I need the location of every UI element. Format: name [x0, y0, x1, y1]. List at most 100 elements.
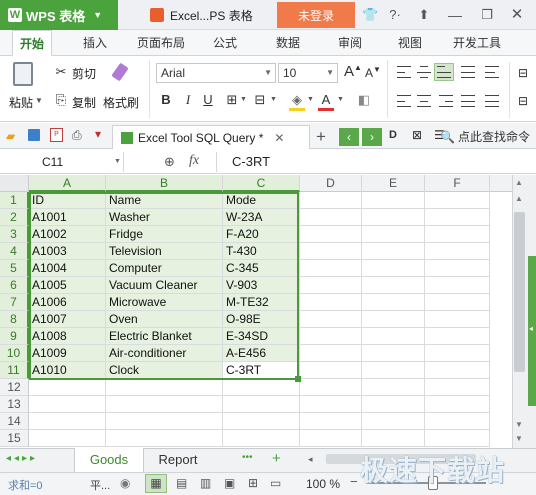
table-cell[interactable]: Name — [106, 192, 223, 209]
tab-data[interactable]: 数据 — [268, 30, 308, 56]
empty-cell[interactable] — [300, 430, 362, 447]
row-header[interactable]: 8 — [0, 311, 29, 328]
empty-cell[interactable] — [300, 396, 362, 413]
table-cell[interactable]: W-23A — [223, 209, 300, 226]
empty-cell[interactable] — [300, 362, 362, 379]
justify-icon[interactable] — [461, 95, 475, 107]
empty-cell[interactable] — [362, 243, 425, 260]
empty-cell[interactable] — [362, 328, 425, 345]
align-middle-icon[interactable] — [417, 66, 431, 78]
chevron-down-icon[interactable]: ▼ — [35, 96, 43, 105]
empty-cell[interactable] — [29, 379, 106, 396]
chevron-down-icon[interactable]: ▼ — [307, 96, 314, 103]
more-sheets-icon[interactable]: ••• — [242, 452, 253, 463]
empty-cell[interactable] — [223, 413, 300, 430]
close-tab-icon[interactable]: ✕ — [274, 131, 284, 145]
scroll-bottom-icon[interactable]: ▼ — [515, 420, 523, 429]
fill-handle[interactable] — [295, 376, 301, 382]
sheet-nav-buttons[interactable]: ◂◂▸▸ — [6, 453, 38, 464]
empty-cell[interactable] — [362, 294, 425, 311]
open-folder-icon[interactable]: ▰ — [6, 129, 15, 143]
formula-input[interactable]: C-3RT — [232, 154, 270, 169]
empty-cell[interactable] — [425, 226, 490, 243]
empty-cell[interactable] — [223, 396, 300, 413]
help-icon[interactable]: ?· — [384, 7, 406, 23]
row-header[interactable]: 15 — [0, 430, 29, 447]
row-header[interactable]: 6 — [0, 277, 29, 294]
italic-button[interactable]: I — [180, 92, 196, 108]
table-cell[interactable]: Computer — [106, 260, 223, 277]
zoom-level[interactable]: 100 % — [306, 477, 340, 491]
row-header[interactable]: 13 — [0, 396, 29, 413]
close-icon[interactable]: ✕ — [508, 7, 526, 23]
empty-cell[interactable] — [29, 413, 106, 430]
align-justify-icon[interactable] — [461, 66, 475, 78]
column-header-f[interactable]: F — [425, 175, 490, 192]
empty-cell[interactable] — [425, 413, 490, 430]
table-cell[interactable]: Microwave — [106, 294, 223, 311]
paste-label[interactable]: 粘贴 — [9, 94, 33, 111]
empty-cell[interactable] — [425, 192, 490, 209]
add-sheet-button[interactable]: + — [272, 450, 281, 467]
empty-cell[interactable] — [300, 379, 362, 396]
sheet-tab-report[interactable]: Report — [144, 448, 212, 472]
tab-page-layout[interactable]: 页面布局 — [132, 30, 190, 56]
tab-view[interactable]: 视图 — [390, 30, 430, 56]
row-header[interactable]: 3 — [0, 226, 29, 243]
empty-cell[interactable] — [300, 277, 362, 294]
reading-view-icon[interactable]: ▣ — [224, 476, 235, 490]
empty-cell[interactable] — [425, 209, 490, 226]
format-painter-button[interactable]: 格式刷 — [103, 94, 139, 111]
align-center-icon[interactable] — [417, 95, 431, 107]
align-left-icon[interactable] — [397, 95, 411, 107]
row-header[interactable]: 12 — [0, 379, 29, 396]
column-header-e[interactable]: E — [362, 175, 425, 192]
empty-cell[interactable] — [362, 345, 425, 362]
empty-cell[interactable] — [300, 345, 362, 362]
chevron-down-icon[interactable]: ▼ — [337, 96, 344, 103]
table-cell[interactable]: A1003 — [29, 243, 106, 260]
empty-cell[interactable] — [362, 311, 425, 328]
more-icon[interactable]: ⊟ — [518, 94, 528, 108]
eye-protection-icon[interactable]: ◉ — [120, 476, 130, 490]
tab-review[interactable]: 审阅 — [330, 30, 370, 56]
empty-cell[interactable] — [362, 277, 425, 294]
table-cell[interactable]: Electric Blanket — [106, 328, 223, 345]
quick-tab-sql-query[interactable]: Excel Tool SQL Query * ✕ — [112, 125, 310, 149]
empty-cell[interactable] — [29, 430, 106, 447]
shirt-icon[interactable]: 👕 — [362, 7, 378, 23]
align-top-icon[interactable] — [397, 66, 411, 78]
table-cell[interactable]: A1007 — [29, 311, 106, 328]
table-cell[interactable]: Oven — [106, 311, 223, 328]
row-header[interactable]: 7 — [0, 294, 29, 311]
empty-cell[interactable] — [425, 362, 490, 379]
table-cell[interactable]: Washer — [106, 209, 223, 226]
customize-icon[interactable]: ▾ — [95, 127, 101, 141]
shrink-font-button[interactable]: A▼ — [365, 65, 381, 80]
clear-format-icon[interactable]: ◧ — [356, 92, 372, 108]
minimize-icon[interactable]: — — [446, 7, 464, 23]
empty-cell[interactable] — [425, 345, 490, 362]
format-painter-icon[interactable] — [108, 62, 132, 84]
column-header-a[interactable]: A — [29, 175, 106, 192]
empty-cell[interactable] — [425, 294, 490, 311]
empty-cell[interactable] — [362, 413, 425, 430]
tool-icon-1[interactable]: D — [389, 129, 397, 141]
table-cell[interactable]: Vacuum Cleaner — [106, 277, 223, 294]
table-cell[interactable]: C-3RT — [223, 362, 300, 379]
tool-icon-2[interactable]: ⊠ — [412, 128, 422, 142]
name-box[interactable]: C11 — [0, 152, 124, 172]
login-button[interactable]: 未登录 — [277, 2, 355, 28]
table-cell[interactable]: O-98E — [223, 311, 300, 328]
table-cell[interactable]: A1005 — [29, 277, 106, 294]
restore-icon[interactable]: ❐ — [478, 7, 496, 23]
scroll-up-icon[interactable]: ▲ — [515, 178, 523, 187]
document-tab[interactable]: Excel...PS 表格 — [140, 0, 290, 30]
align-distributed-icon[interactable] — [485, 66, 499, 78]
empty-cell[interactable] — [300, 413, 362, 430]
table-cell[interactable]: A1002 — [29, 226, 106, 243]
app-menu-button[interactable]: W WPS 表格 ▼ — [0, 0, 118, 30]
empty-cell[interactable] — [300, 328, 362, 345]
table-cell[interactable]: M-TE32 — [223, 294, 300, 311]
table-cell[interactable]: A1009 — [29, 345, 106, 362]
